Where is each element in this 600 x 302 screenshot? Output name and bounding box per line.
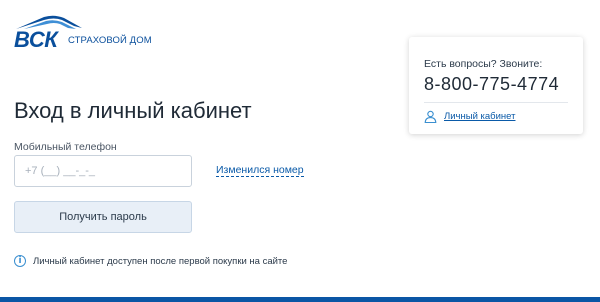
user-icon [424, 110, 437, 123]
contact-question: Есть вопросы? Звоните: [424, 58, 543, 70]
get-password-button[interactable]: Получить пароль [14, 201, 192, 233]
changed-number-link[interactable]: Изменился номер [216, 164, 304, 177]
contact-card: Есть вопросы? Звоните: 8-800-775-4774 Ли… [409, 37, 583, 134]
vsk-logo[interactable]: ВСК СТРАХОВОЙ ДОМ [14, 14, 184, 52]
info-notice: i Личный кабинет доступен после первой п… [14, 255, 287, 267]
account-link-row[interactable]: Личный кабинет [424, 110, 515, 123]
logo-wordmark: ВСК [14, 27, 58, 52]
page-title: Вход в личный кабинет [14, 98, 252, 123]
phone-input[interactable] [14, 155, 192, 187]
contact-phone[interactable]: 8-800-775-4774 [424, 74, 559, 95]
info-circle-icon: i [14, 255, 26, 267]
card-divider [424, 102, 568, 103]
info-text: Личный кабинет доступен после первой пок… [33, 255, 288, 267]
bottom-bar [0, 297, 600, 302]
logo-subtitle: СТРАХОВОЙ ДОМ [68, 35, 152, 46]
phone-label: Мобильный телефон [14, 141, 117, 153]
account-link[interactable]: Личный кабинет [444, 111, 515, 122]
